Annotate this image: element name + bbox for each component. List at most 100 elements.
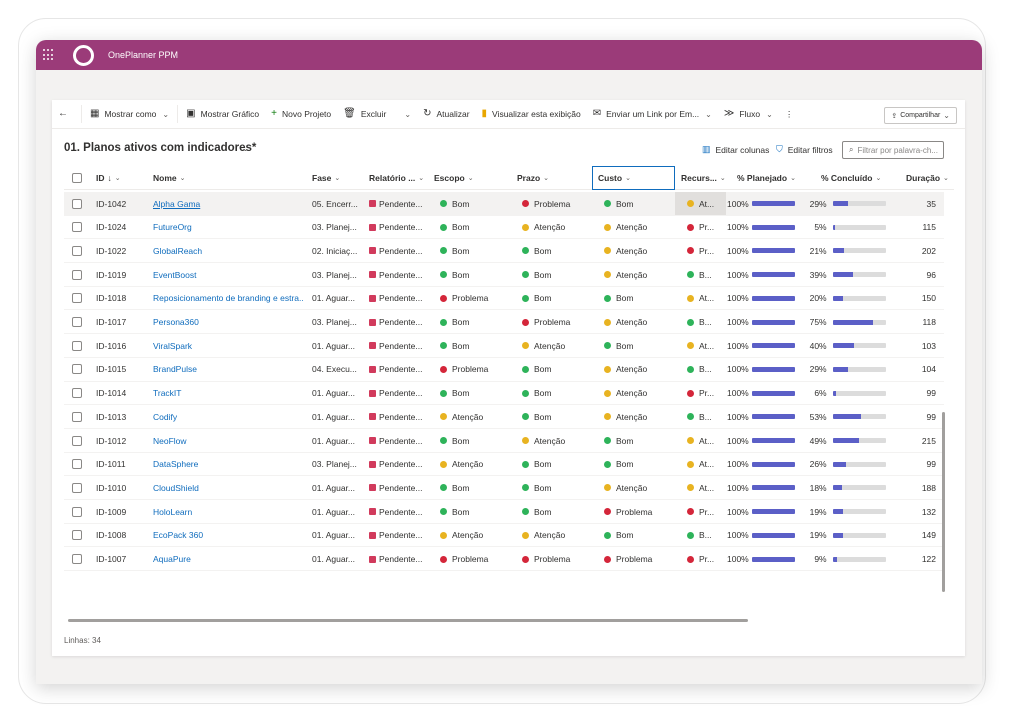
table-row[interactable]: ID-1016 ViralSpark 01. Aguar... Pendente...… — [64, 334, 944, 358]
scope-status: Bom — [440, 500, 515, 523]
visualize-button[interactable]: ▮ Visualizar esta exibição — [476, 103, 587, 125]
column-header-cost[interactable]: Custo ⌄ — [592, 166, 675, 190]
vertical-scrollbar[interactable] — [942, 412, 945, 592]
column-header-report[interactable]: Relatório ... ⌄ — [369, 166, 424, 190]
flow-button[interactable]: ≫ Fluxo ⌄ — [718, 103, 779, 125]
column-header-name[interactable]: Nome ⌄ — [153, 166, 186, 190]
schedule-status: Bom — [522, 453, 597, 476]
table-row[interactable]: ID-1014 TrackIT 01. Aguar... Pendente... Bom… — [64, 382, 944, 406]
cost-label: Atenção — [616, 411, 648, 422]
column-header-completed[interactable]: % Concluído ⌄ — [821, 166, 881, 190]
completed-progress-bar — [832, 248, 886, 254]
table-row[interactable]: ID-1024 FutureOrg 03. Planej... Pendente...… — [64, 216, 944, 240]
project-name-link[interactable]: EventBoost — [153, 263, 303, 286]
row-checkbox[interactable] — [72, 287, 82, 310]
row-checkbox[interactable] — [72, 524, 82, 547]
status-dot-icon — [604, 484, 611, 492]
project-phase: 01. Aguar... — [312, 530, 356, 541]
row-checkbox[interactable] — [72, 476, 82, 499]
row-checkbox[interactable] — [72, 382, 82, 405]
scope-status: Bom — [440, 216, 515, 239]
project-name-link[interactable]: CloudShield — [153, 476, 303, 499]
delete-button[interactable]: 🗑 Excluir — [337, 103, 392, 125]
project-name-link[interactable]: Reposicionamento de branding e estra... — [153, 287, 303, 310]
table-row[interactable]: ID-1042 Alpha Gama 05. Encerr... Pendente..… — [64, 192, 944, 216]
project-name-link[interactable]: EcoPack 360 — [153, 524, 303, 547]
row-checkbox[interactable] — [72, 263, 82, 286]
report-status-label: Pendente... — [379, 388, 423, 399]
row-checkbox[interactable] — [72, 548, 82, 571]
back-button[interactable]: ← — [52, 103, 79, 125]
row-checkbox[interactable] — [72, 405, 82, 428]
view-selector-chevron-icon[interactable]: ⌄ — [242, 144, 249, 153]
column-header-duration[interactable]: Duração ⌄ — [906, 166, 949, 190]
row-checkbox[interactable] — [72, 334, 82, 357]
send-link-button[interactable]: ✉ Enviar um Link por Em... ⌄ — [587, 103, 718, 125]
report-status-indicator — [369, 318, 376, 326]
project-name-link[interactable]: NeoFlow — [153, 429, 303, 452]
project-phase: 03. Planej... — [312, 459, 357, 470]
table-row[interactable]: ID-1017 Persona360 03. Planej... Pendente..… — [64, 311, 944, 335]
project-name-link[interactable]: HoloLearn — [153, 500, 303, 523]
project-name-link[interactable]: AquaPure — [153, 548, 303, 571]
more-delete-options[interactable]: ⌄ — [392, 103, 417, 125]
edit-filters-button[interactable]: ⛉ Editar filtros — [776, 144, 833, 155]
app-launcher-icon[interactable] — [43, 49, 55, 61]
show-chart-button[interactable]: ▣ Mostrar Gráfico — [180, 103, 265, 125]
project-name-link[interactable]: Codify — [153, 405, 303, 428]
select-all-checkbox[interactable] — [72, 166, 82, 190]
duration-value: 115 — [922, 222, 936, 233]
refresh-button[interactable]: ↻ Atualizar — [417, 103, 475, 125]
row-checkbox[interactable] — [72, 500, 82, 523]
row-checkbox[interactable] — [72, 239, 82, 262]
share-button[interactable]: ⇪ Compartilhar ⌄ — [884, 107, 957, 124]
report-status-indicator — [369, 484, 376, 492]
row-checkbox[interactable] — [72, 453, 82, 476]
completed-progress: 6% — [796, 382, 886, 405]
table-row[interactable]: ID-1007 AquaPure 01. Aguar... Pendente... Pr… — [64, 548, 944, 572]
table-row[interactable]: ID-1019 EventBoost 03. Planej... Pendente..… — [64, 263, 944, 287]
table-row[interactable]: ID-1009 HoloLearn 01. Aguar... Pendente... B… — [64, 500, 944, 524]
project-name-link[interactable]: Alpha Gama — [153, 192, 303, 215]
column-header-schedule[interactable]: Prazo ⌄ — [517, 166, 549, 190]
table-row[interactable]: ID-1008 EcoPack 360 01. Aguar... Pendente..… — [64, 524, 944, 548]
project-name-link[interactable]: BrandPulse — [153, 358, 303, 381]
table-row[interactable]: ID-1011 DataSphere 03. Planej... Pendente..… — [64, 453, 944, 477]
completed-percent: 5% — [814, 222, 827, 233]
project-name-link[interactable]: GlobalReach — [153, 239, 303, 262]
cost-status: Problema — [604, 548, 679, 571]
keyword-filter-input[interactable]: ⌕ Filtrar por palavra-ch... — [842, 141, 944, 159]
project-name-link[interactable]: DataSphere — [153, 453, 303, 476]
planned-progress: 100% — [727, 358, 807, 381]
row-checkbox[interactable] — [72, 192, 82, 215]
row-checkbox[interactable] — [72, 429, 82, 452]
column-header-planned[interactable]: % Planejado ⌄ — [737, 166, 796, 190]
resources-label: At... — [699, 459, 715, 470]
status-dot-icon — [687, 294, 694, 302]
table-row[interactable]: ID-1013 Codify 01. Aguar... Pendente... Aten… — [64, 405, 944, 429]
edit-columns-button[interactable]: ▥ Editar colunas — [702, 144, 769, 155]
status-dot-icon — [604, 318, 611, 326]
row-checkbox[interactable] — [72, 358, 82, 381]
project-name-link[interactable]: FutureOrg — [153, 216, 303, 239]
column-header-id[interactable]: ID ↓ ⌄ — [96, 166, 121, 190]
column-header-resources[interactable]: Recurs... ⌄ — [681, 166, 726, 190]
row-checkbox[interactable] — [72, 216, 82, 239]
table-row[interactable]: ID-1022 GlobalReach 02. Iniciaç... Pendente… — [64, 239, 944, 264]
project-name-link[interactable]: ViralSpark — [153, 334, 303, 357]
column-header-scope[interactable]: Escopo ⌄ — [434, 166, 474, 190]
view-as-button[interactable]: ▦ Mostrar como ⌄ — [84, 103, 175, 125]
view-title[interactable]: 01. Planos ativos com indicadores* — [64, 142, 256, 154]
table-row[interactable]: ID-1018 Reposicionamento de branding e es… — [64, 287, 944, 311]
more-commands-button[interactable]: ⋮ — [779, 103, 800, 125]
new-project-button[interactable]: + Novo Projeto — [265, 103, 337, 125]
horizontal-scrollbar[interactable] — [68, 619, 748, 622]
project-name-link[interactable]: TrackIT — [153, 382, 303, 405]
project-name-link[interactable]: Persona360 — [153, 311, 303, 334]
table-row[interactable]: ID-1012 NeoFlow 01. Aguar... Pendente... Bom… — [64, 429, 944, 453]
column-header-phase[interactable]: Fase ⌄ — [312, 166, 340, 190]
table-row[interactable]: ID-1015 BrandPulse 04. Execu... Pendente...… — [64, 358, 944, 382]
table-row[interactable]: ID-1010 CloudShield 01. Aguar... Pendente..… — [64, 476, 944, 501]
report-status: Pendente... — [369, 405, 429, 428]
row-checkbox[interactable] — [72, 311, 82, 334]
